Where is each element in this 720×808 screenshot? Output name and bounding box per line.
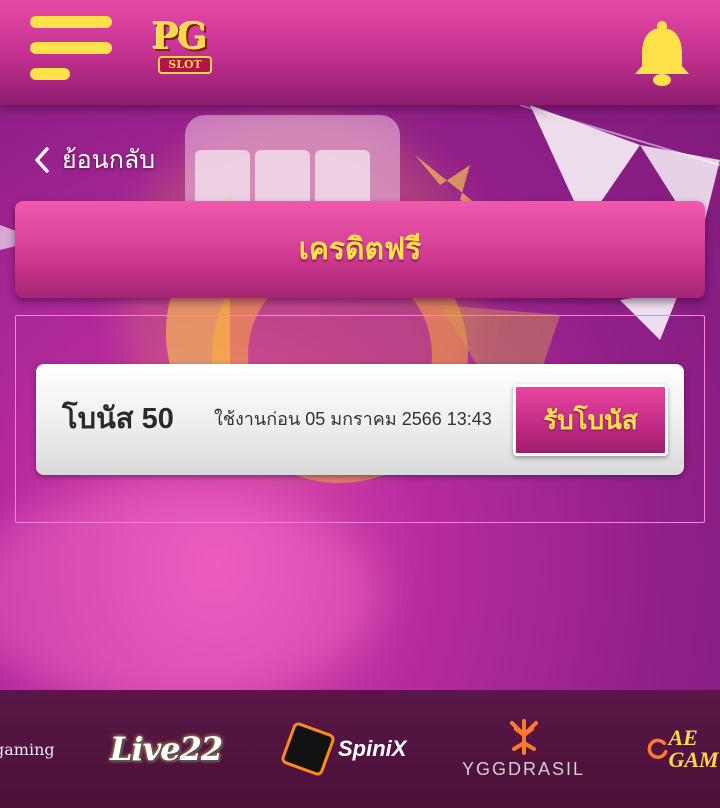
provider-carousel[interactable]: gaming Live22 SpiniX YGGDRASIL AE GAM — [0, 690, 720, 808]
app-header: PG SLOT — [0, 0, 720, 105]
pg-slot-logo[interactable]: PG SLOT — [138, 12, 230, 76]
provider-label: SpiniX — [338, 736, 407, 761]
claim-bonus-button[interactable]: รับโบนัส — [513, 384, 668, 456]
provider-label: Live22 — [110, 730, 223, 768]
provider-label: gaming — [0, 739, 55, 759]
spinix-cube-icon — [279, 720, 337, 778]
page-title: เครดิตฟรี — [298, 233, 422, 266]
provider-logo-gaming[interactable]: gaming — [0, 690, 55, 808]
bonus-card: โบนัส 50 ใช้งานก่อน 05 มกราคม 2566 13:43… — [36, 364, 684, 475]
hamburger-icon[interactable] — [30, 16, 114, 82]
provider-logo-yggdrasil[interactable]: YGGDRASIL — [462, 690, 585, 808]
bonus-name: โบนัส 50 — [62, 403, 174, 435]
page-title-banner: เครดิตฟรี — [15, 201, 705, 298]
back-label: ย้อนกลับ — [62, 146, 156, 174]
provider-label: YGGDRASIL — [462, 758, 586, 779]
bonus-list-panel: โบนัส 50 ใช้งานก่อน 05 มกราคม 2566 13:43… — [15, 315, 705, 523]
provider-label: AE GAM — [668, 725, 719, 772]
provider-logo-spinix[interactable]: SpiniX — [279, 690, 407, 808]
provider-logo-live22[interactable]: Live22 — [110, 690, 223, 808]
bonus-expiry: ใช้งานก่อน 05 มกราคม 2566 13:43 — [214, 409, 492, 429]
ae-swirl-icon — [647, 738, 668, 759]
provider-logo-ae-gaming[interactable]: AE GAM — [646, 690, 720, 808]
logo-text: PG — [152, 16, 208, 58]
yggdrasil-tree-icon — [509, 718, 538, 755]
back-link[interactable]: ย้อนกลับ — [34, 140, 155, 180]
logo-subtext: SLOT — [158, 56, 212, 74]
bell-icon[interactable] — [632, 18, 692, 88]
chevron-left-icon — [35, 147, 49, 173]
